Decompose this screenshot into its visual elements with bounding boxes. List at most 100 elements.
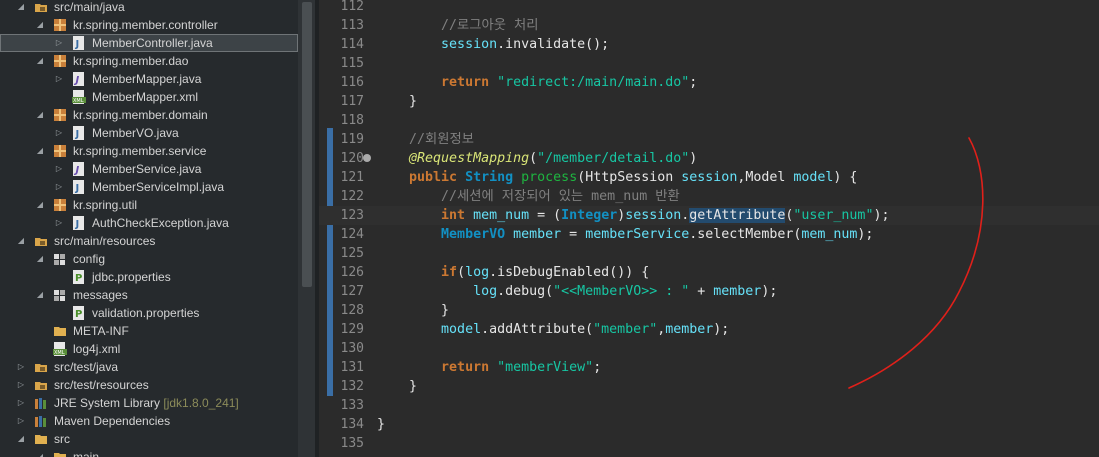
code-line[interactable]: 133 [319,396,1099,415]
explorer-item[interactable]: ▷ J MemberController.java [0,34,298,52]
code-line[interactable]: 124 MemberVO member = memberService.sele… [319,225,1099,244]
properties-file-icon: P [72,306,86,320]
code-line[interactable]: 113 //로그아웃 처리 [319,16,1099,35]
code-line[interactable]: 120 @RequestMapping("/member/detail.do") [319,149,1099,168]
explorer-item[interactable]: ◢ src/main/java [0,0,298,16]
folder-package-icon [53,252,67,266]
collapse-arrow-icon[interactable]: ◢ [35,142,45,160]
code-editor[interactable]: 112 113 //로그아웃 처리 114 session.invalidate()… [319,0,1099,457]
expand-arrow-icon[interactable]: ▷ [16,394,26,412]
expand-arrow-icon[interactable]: ▷ [54,214,64,232]
explorer-item[interactable]: ▷ src/test/java [0,358,298,376]
fold-toggle-icon[interactable] [363,154,371,162]
code-line[interactable]: 118 [319,111,1099,130]
code-line[interactable]: 115 [319,54,1099,73]
code-line[interactable]: 127 log.debug("<<MemberVO>> : " + member… [319,282,1099,301]
expand-arrow-icon[interactable]: ▷ [16,412,26,430]
code-text: model.addAttribute("member",member); [377,320,729,339]
collapse-arrow-icon[interactable]: ◢ [35,250,45,268]
code-line[interactable]: 129 model.addAttribute("member",member); [319,320,1099,339]
folder-icon [34,432,48,446]
collapse-arrow-icon[interactable]: ◢ [35,16,45,34]
code-line[interactable]: 135 [319,434,1099,453]
explorer-item[interactable]: ◢ src/main/resources [0,232,298,250]
code-line[interactable]: 130 [319,339,1099,358]
explorer-item[interactable]: XML log4j.xml [0,340,298,358]
explorer-item[interactable]: ◢ main [0,448,298,457]
line-number: 119 [340,132,364,147]
collapse-arrow-icon[interactable]: ◢ [16,430,26,448]
code-token: memberService [585,227,690,242]
code-token: ); [713,322,730,337]
collapse-arrow-icon[interactable]: ◢ [16,232,26,250]
code-text: //세션에 저장되어 있는 mem_num 반환 [377,187,680,206]
code-line[interactable]: 123 int mem_num = (Integer)session.getAt… [319,206,1099,225]
code-line[interactable]: 128 } [319,301,1099,320]
code-line[interactable]: 119 //회원정보 [319,130,1099,149]
explorer-item[interactable]: ◢ messages [0,286,298,304]
java-interface-icon: J [72,162,86,176]
explorer-item[interactable]: ▷ src/test/resources [0,376,298,394]
explorer-item[interactable]: XML MemberMapper.xml [0,88,298,106]
explorer-item[interactable]: ▷ J MemberService.java [0,160,298,178]
code-line[interactable]: 126 if(log.isDebugEnabled()) { [319,263,1099,282]
explorer-item[interactable]: ◢ kr.spring.util [0,196,298,214]
code-text: int mem_num = (Integer)session.getAttrib… [377,206,889,225]
code-line[interactable]: 112 [319,0,1099,16]
collapse-arrow-icon[interactable]: ◢ [35,286,45,304]
code-line[interactable]: 131 return "memberView"; [319,358,1099,377]
line-number: 125 [340,246,364,261]
explorer-item[interactable]: ◢ kr.spring.member.controller [0,16,298,34]
explorer-item[interactable]: ◢ config [0,250,298,268]
explorer-item[interactable]: ◢ kr.spring.member.dao [0,52,298,70]
expand-arrow-icon[interactable]: ▷ [54,178,64,196]
explorer-item[interactable]: ◢ kr.spring.member.service [0,142,298,160]
explorer-item[interactable]: Pvalidation.properties [0,304,298,322]
expand-arrow-icon[interactable]: ▷ [54,70,64,88]
library-icon [34,396,48,410]
explorer-item[interactable]: ▷ J AuthCheckException.java [0,214,298,232]
code-line[interactable]: 117 } [319,92,1099,111]
expand-arrow-icon[interactable]: ▷ [54,160,64,178]
explorer-item-label: kr.spring.member.domain [73,108,208,122]
code-line[interactable]: 125 [319,244,1099,263]
explorer-item-label: jdbc.properties [92,270,171,284]
expand-arrow-icon[interactable]: ▷ [54,34,64,52]
line-number: 134 [340,417,364,432]
code-text: //로그아웃 처리 [377,16,538,35]
expand-arrow-icon[interactable]: ▷ [54,124,64,142]
expand-arrow-icon[interactable]: ▷ [16,376,26,394]
package-icon [53,18,67,32]
collapse-arrow-icon[interactable]: ◢ [35,448,45,457]
line-number: 118 [340,113,364,128]
explorer-item[interactable]: ▷ J MemberServiceImpl.java [0,178,298,196]
expand-arrow-icon[interactable]: ▷ [16,358,26,376]
explorer-item[interactable]: META-INF [0,322,298,340]
collapse-arrow-icon[interactable]: ◢ [35,106,45,124]
explorer-item[interactable]: ▷ JRE System Library [jdk1.8.0_241] [0,394,298,412]
code-line[interactable]: 132 } [319,377,1099,396]
explorer-item[interactable]: Pjdbc.properties [0,268,298,286]
code-token: } [377,303,450,318]
code-token: .invalidate(); [497,37,610,52]
explorer-item[interactable]: ▷ J MemberVO.java [0,124,298,142]
code-line[interactable]: 122 //세션에 저장되어 있는 mem_num 반환 [319,187,1099,206]
xml-file-icon: XML [53,342,67,356]
code-line[interactable]: 114 session.invalidate(); [319,35,1099,54]
explorer-item[interactable]: ▷ J MemberMapper.java [0,70,298,88]
code-line[interactable]: 134} [319,415,1099,434]
code-line[interactable]: 116 return "redirect:/main/main.do"; [319,73,1099,92]
collapse-arrow-icon[interactable]: ◢ [16,0,26,16]
explorer-item[interactable]: ◢ src [0,430,298,448]
explorer-item[interactable]: ▷ Maven Dependencies [0,412,298,430]
collapse-arrow-icon[interactable]: ◢ [35,52,45,70]
explorer-item[interactable]: ◢ kr.spring.member.domain [0,106,298,124]
code-line[interactable]: 121 public String process(HttpSession se… [319,168,1099,187]
code-token: "<<MemberVO>> : " [553,284,690,299]
collapse-arrow-icon[interactable]: ◢ [35,196,45,214]
explorer-scrollbar-thumb[interactable] [302,2,312,287]
explorer-item-label: src/main/resources [54,234,156,248]
